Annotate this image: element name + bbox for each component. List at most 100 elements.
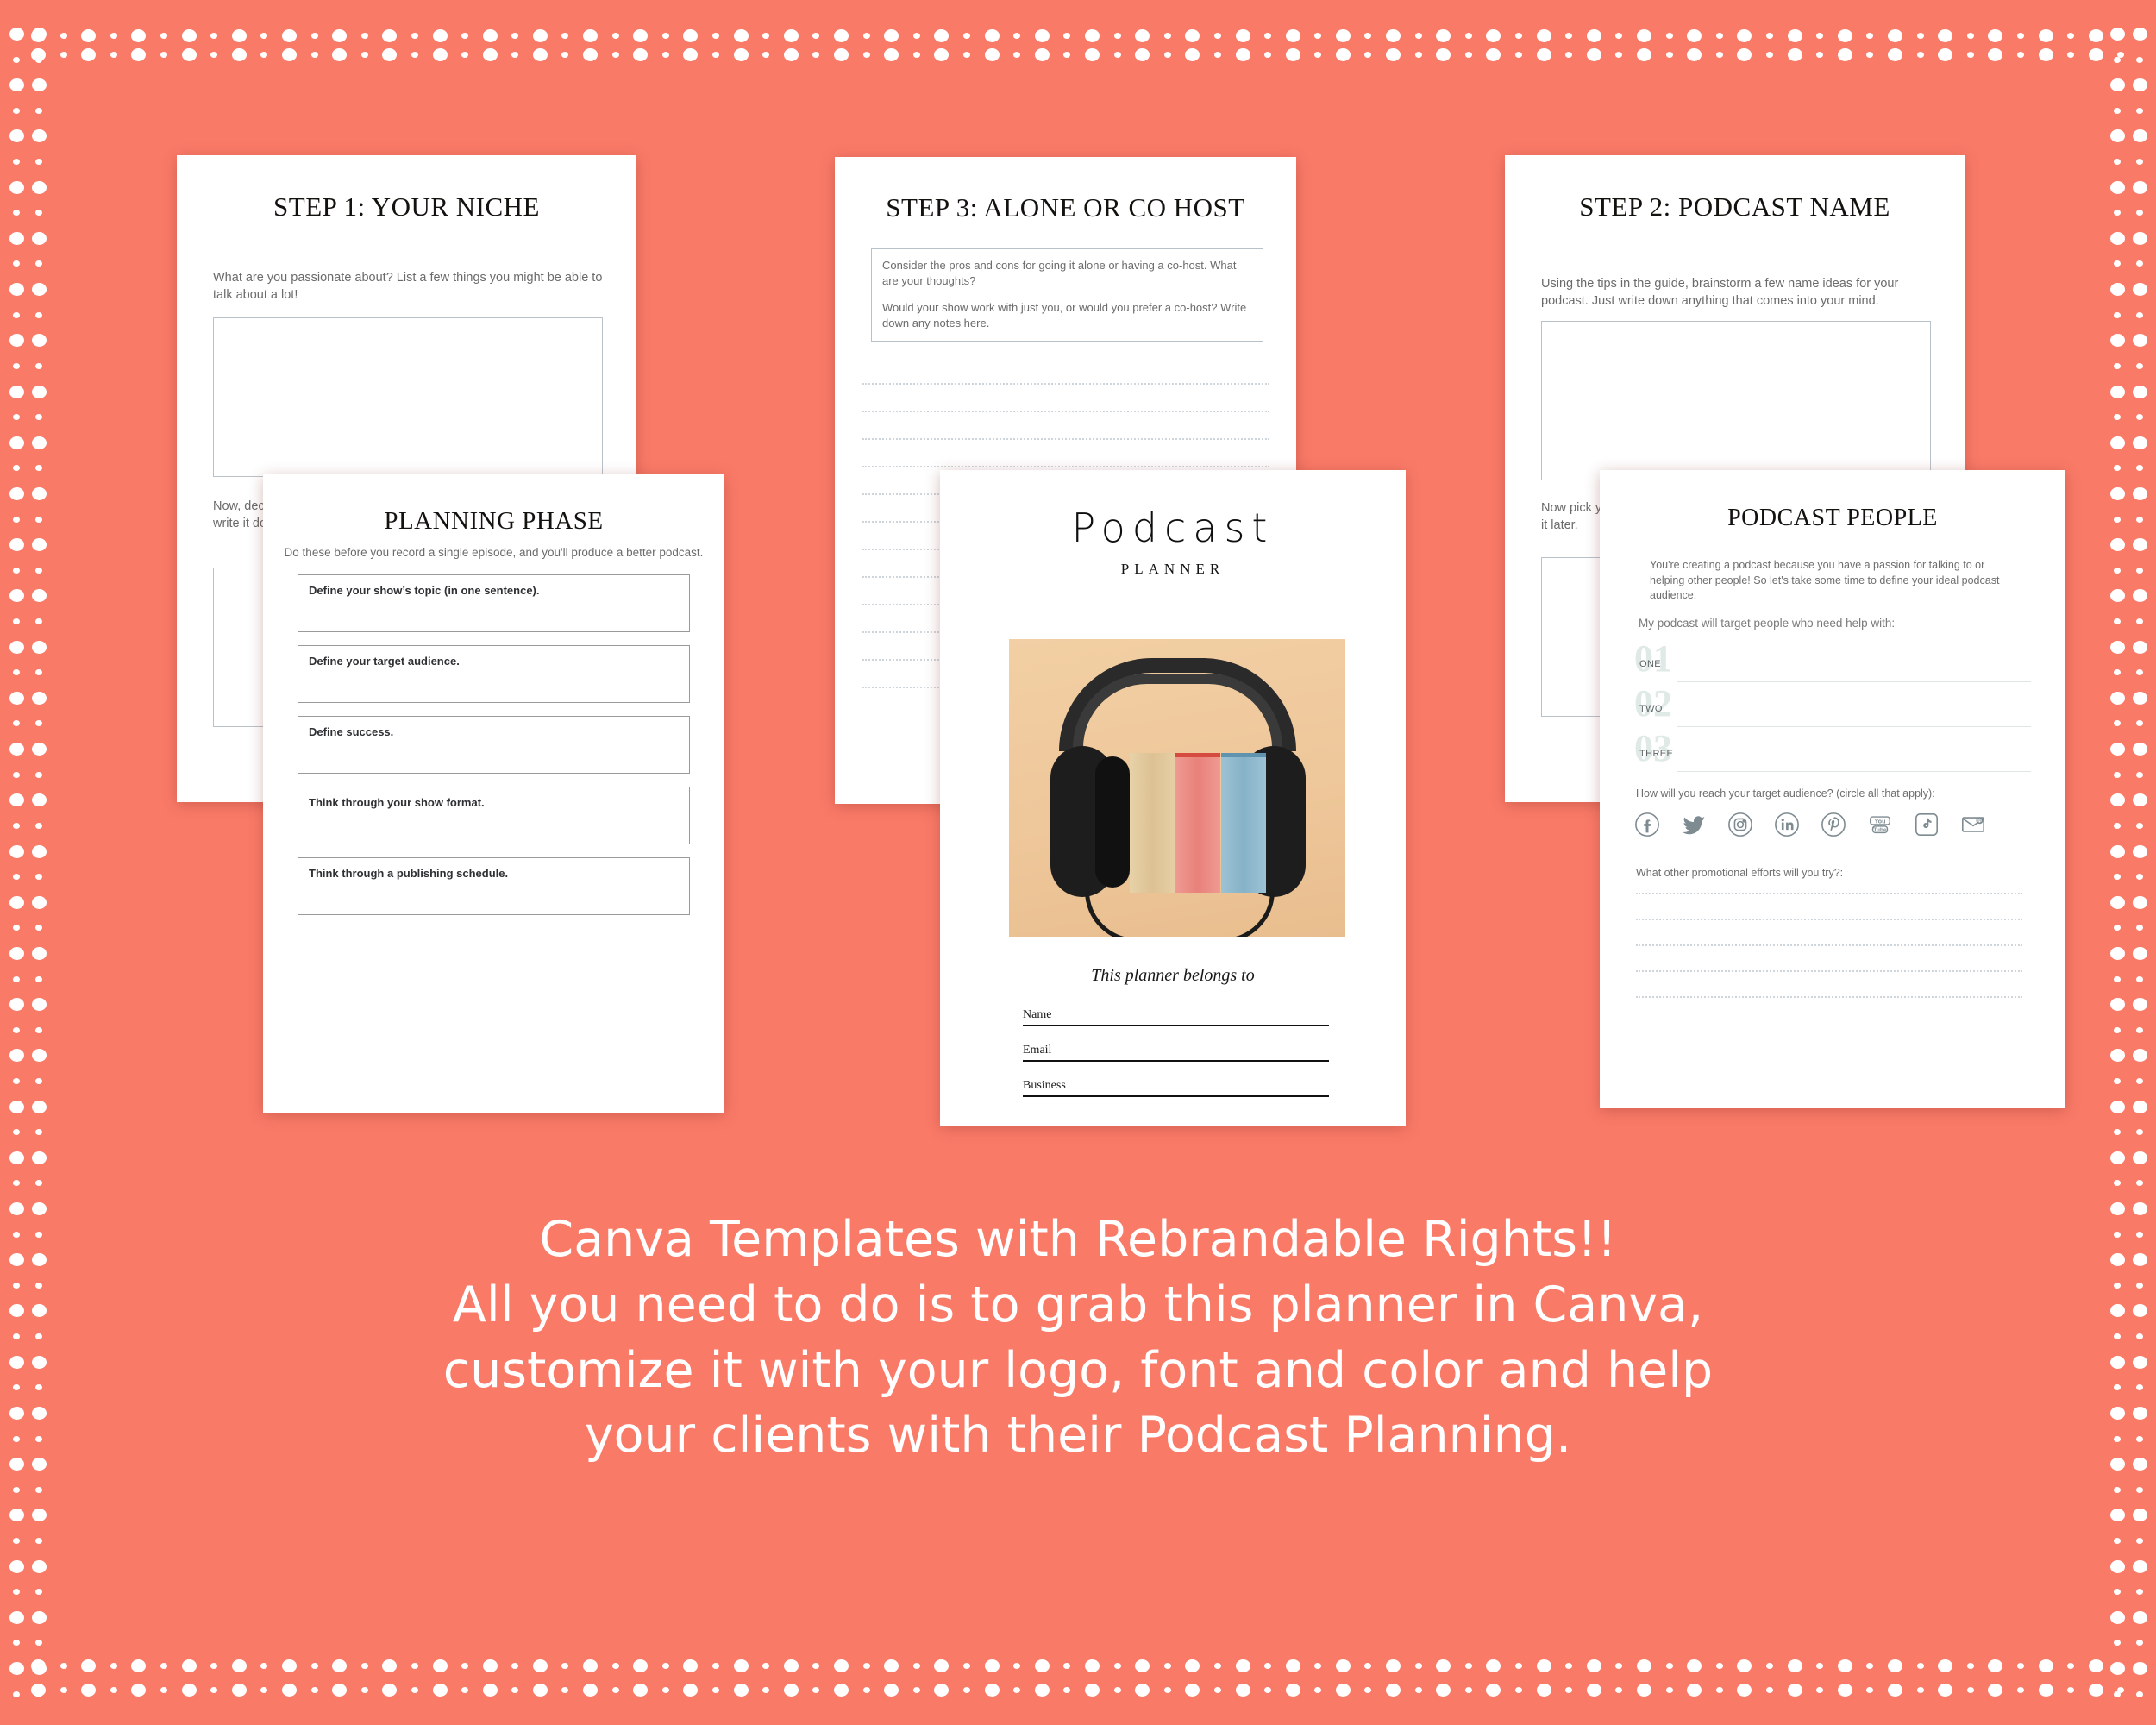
border-dot: [712, 1662, 720, 1669]
border-dot: [2136, 56, 2143, 63]
border-dot: [31, 385, 47, 398]
border-dot: [9, 1355, 24, 1369]
border-dot: [1536, 1659, 1551, 1672]
border-dot: [2136, 1282, 2143, 1289]
border-dot: [1938, 1659, 1953, 1672]
border-dot: [1113, 1662, 1121, 1669]
border-dot: [2132, 1202, 2147, 1216]
cover-field-business[interactable]: Business: [1023, 1079, 1329, 1097]
border-dot: [1966, 51, 1974, 58]
planning-item[interactable]: Think through your show format.: [298, 787, 690, 844]
step3-note-box[interactable]: Consider the pros and cons for going it …: [871, 248, 1263, 342]
promo-writing-line[interactable]: [1636, 919, 2022, 920]
border-dot: [1586, 1683, 1601, 1697]
headphones-over-books-photo: [1009, 639, 1345, 937]
border-dot: [1386, 47, 1401, 61]
writing-line[interactable]: [862, 383, 1269, 385]
promo-writing-line[interactable]: [1636, 996, 2022, 998]
border-dot: [13, 1231, 20, 1238]
step2-answer-box-1[interactable]: [1541, 321, 1931, 480]
border-dot: [281, 47, 297, 61]
people-number-row[interactable]: 02 TWO: [1634, 685, 2031, 737]
border-dot: [1816, 1662, 1824, 1669]
promo-writing-line[interactable]: [1636, 944, 2022, 946]
writing-line[interactable]: [862, 411, 1269, 412]
linkedin-icon[interactable]: [1774, 812, 1800, 837]
border-dot: [2136, 822, 2143, 829]
border-dot: [9, 946, 24, 960]
cover-field-name[interactable]: Name: [1023, 1008, 1329, 1026]
border-dot: [2114, 925, 2121, 932]
border-dot: [2038, 47, 2053, 61]
card-planning-phase: PLANNING PHASE Do these before you recor…: [263, 474, 724, 1113]
border-dot: [332, 28, 348, 42]
instagram-icon[interactable]: [1727, 812, 1753, 837]
border-dot: [9, 1049, 24, 1063]
people-number-row[interactable]: 03 THREE: [1634, 730, 2031, 781]
people-answer-line[interactable]: [1677, 726, 2031, 727]
border-dot: [1264, 51, 1272, 58]
border-dot: [131, 28, 147, 42]
border-dot: [1414, 1662, 1422, 1669]
border-dot: [2109, 180, 2125, 194]
border-dot: [9, 640, 24, 654]
border-dot: [461, 51, 469, 58]
border-dot: [181, 1659, 197, 1672]
step1-answer-box-1[interactable]: [213, 317, 603, 477]
border-dot: [1565, 32, 1573, 39]
border-dot: [2132, 78, 2147, 92]
border-dot: [31, 640, 47, 654]
border-dot: [13, 1384, 20, 1391]
border-dot: [2109, 78, 2125, 92]
writing-line[interactable]: [862, 466, 1269, 467]
email-icon[interactable]: @: [1960, 812, 1986, 837]
border-dot: [2114, 1129, 2121, 1136]
writing-line[interactable]: [862, 438, 1269, 440]
border-dot: [1586, 28, 1601, 42]
border-dot: [2114, 618, 2121, 625]
planning-item[interactable]: Think through a publishing schedule.: [298, 857, 690, 915]
border-dot: [1335, 47, 1351, 61]
border-dot: [862, 1686, 870, 1693]
people-promo-lines[interactable]: [1636, 893, 2022, 1022]
planning-item[interactable]: Define success.: [298, 716, 690, 774]
twitter-icon[interactable]: [1681, 812, 1707, 837]
border-dot: [35, 56, 42, 63]
border-dot: [733, 1683, 749, 1697]
border-dot: [382, 1659, 398, 1672]
border-dot: [9, 1662, 24, 1675]
planning-item[interactable]: Define your show’s topic (in one sentenc…: [298, 574, 690, 632]
pinterest-icon[interactable]: [1821, 812, 1846, 837]
border-dot: [1715, 51, 1723, 58]
border-dot: [1615, 1662, 1623, 1669]
border-dot: [934, 1659, 950, 1672]
border-dot: [2038, 1659, 2053, 1672]
border-dot: [31, 436, 47, 449]
youtube-icon[interactable]: You Tube: [1867, 812, 1893, 837]
border-dot: [1285, 47, 1300, 61]
border-dot: [1084, 1683, 1100, 1697]
border-dot: [1887, 28, 1902, 42]
border-dot: [13, 516, 20, 523]
people-answer-line[interactable]: [1677, 681, 2031, 682]
border-dot: [1314, 1662, 1322, 1669]
border-dot: [13, 1537, 20, 1544]
facebook-icon[interactable]: [1634, 812, 1660, 837]
planning-item[interactable]: Define your target audience.: [298, 645, 690, 703]
border-dot: [1887, 1683, 1902, 1697]
border-dot: [60, 51, 67, 58]
border-dot: [532, 1683, 548, 1697]
promo-writing-line[interactable]: [1636, 970, 2022, 972]
tiktok-icon[interactable]: [1914, 812, 1940, 837]
border-dot: [35, 975, 42, 982]
border-dot: [2067, 1686, 2075, 1693]
border-dot: [31, 1202, 47, 1216]
border-dot: [2114, 1640, 2121, 1647]
promo-writing-line[interactable]: [1636, 893, 2022, 894]
border-dot: [13, 1077, 20, 1084]
people-answer-line[interactable]: [1677, 771, 2031, 772]
border-dot: [35, 1231, 42, 1238]
people-number-row[interactable]: 01 ONE: [1634, 640, 2031, 692]
border-dot: [962, 1686, 970, 1693]
cover-field-email[interactable]: Email: [1023, 1044, 1329, 1062]
